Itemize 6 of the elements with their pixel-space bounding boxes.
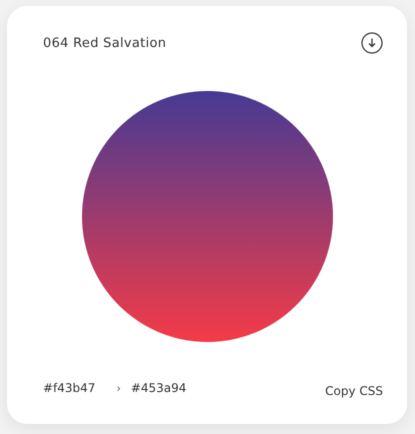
- copy-css-button[interactable]: Copy CSS: [325, 384, 383, 398]
- start-color-code: #f43b47: [43, 381, 96, 395]
- gradient-title: 064 Red Salvation: [43, 36, 166, 50]
- end-color-code: #453a94: [130, 381, 186, 395]
- arrow-separator: ›: [116, 382, 121, 394]
- download-icon[interactable]: [361, 32, 383, 54]
